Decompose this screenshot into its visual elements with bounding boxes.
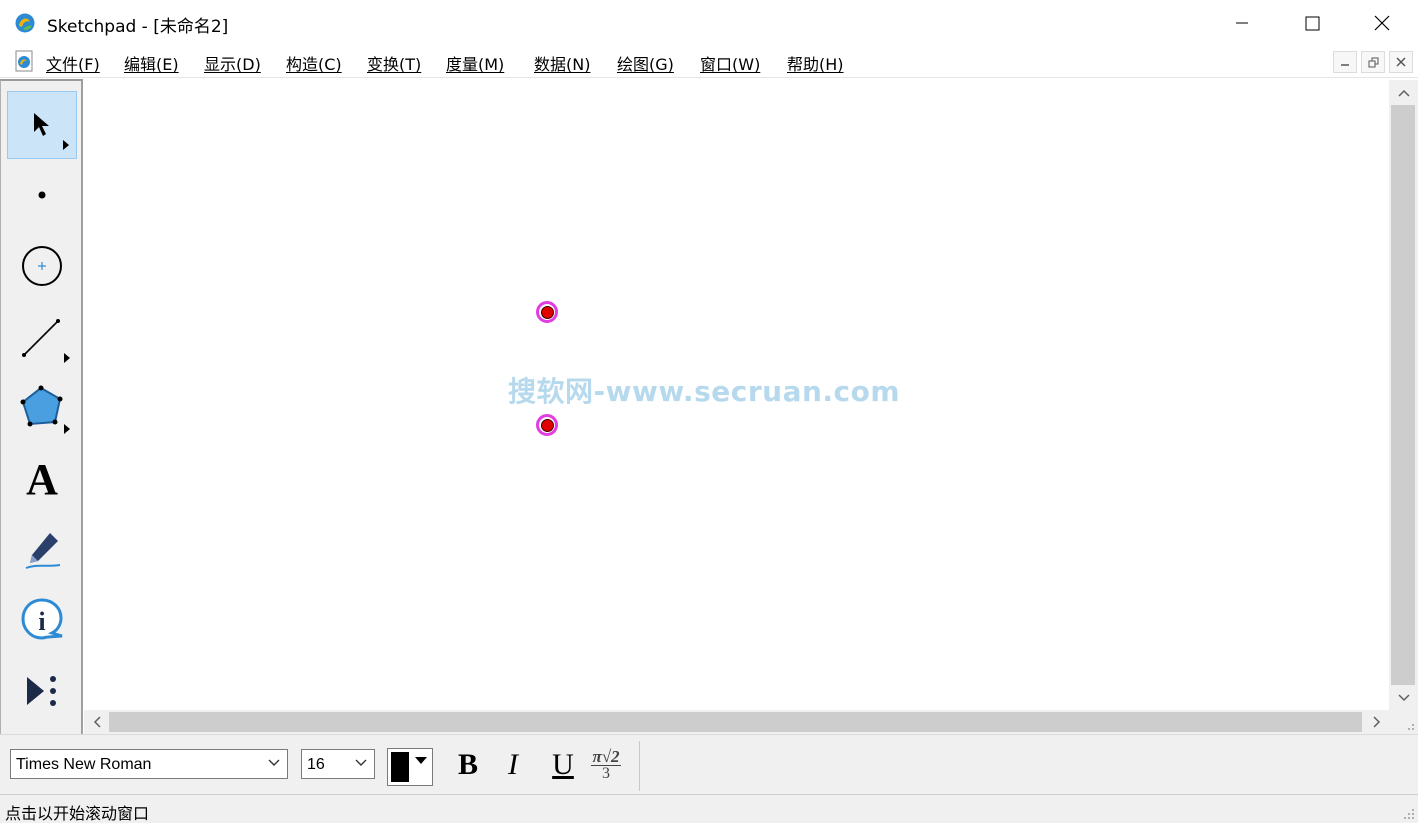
- status-text: 点击以开始滚动窗口: [5, 804, 150, 823]
- font-family-value: Times New Roman: [16, 756, 152, 773]
- math-format-bottom: 3: [602, 765, 610, 782]
- dropdown-triangle-icon: [415, 757, 427, 764]
- toolbox: A i: [0, 79, 83, 734]
- vertical-scrollbar[interactable]: [1389, 80, 1418, 710]
- scrollbar-corner: [1389, 710, 1418, 734]
- watermark-text: 搜软网-www.secruan.com: [508, 375, 901, 408]
- menu-display[interactable]: 显示(D): [204, 51, 261, 75]
- chevron-right-icon: [1372, 716, 1380, 728]
- maximize-icon: [1305, 16, 1319, 30]
- document-close-button[interactable]: [1389, 51, 1413, 73]
- font-size-value: 16: [307, 756, 325, 773]
- compass-tool[interactable]: [7, 232, 77, 300]
- chevron-left-icon: [93, 716, 101, 728]
- chevron-down-icon: [355, 759, 367, 766]
- menu-file[interactable]: 文件(F): [46, 51, 100, 75]
- polygon-tool[interactable]: [7, 374, 77, 442]
- minimize-icon: [1341, 64, 1349, 66]
- geometry-point-b[interactable]: [536, 414, 558, 436]
- tool-options-arrow-icon: [63, 140, 69, 150]
- math-format-top: π√2: [591, 747, 621, 766]
- line-segment-icon: [22, 319, 60, 357]
- arrow-tool[interactable]: [7, 91, 77, 159]
- minimize-icon: [1236, 22, 1248, 24]
- menu-help[interactable]: 帮助(H): [787, 51, 844, 75]
- text-format-bar: Times New Roman 16 B I U π√2 3: [0, 734, 1418, 794]
- svg-text:i: i: [38, 607, 45, 636]
- status-bar: 点击以开始滚动窗口: [0, 794, 1418, 823]
- close-icon: [1374, 15, 1390, 31]
- menu-graph[interactable]: 绘图(G): [617, 51, 674, 75]
- point-icon: [38, 191, 46, 199]
- tool-options-arrow-icon: [64, 424, 70, 434]
- font-family-select[interactable]: Times New Roman: [10, 749, 288, 779]
- menu-bar: 文件(F) 编辑(E) 显示(D) 构造(C) 变换(T) 度量(M) 数据(N…: [0, 46, 1418, 78]
- pen-icon: [25, 533, 61, 569]
- horizontal-scrollbar[interactable]: [84, 710, 1389, 734]
- resize-grip-icon: [1408, 724, 1414, 730]
- window-close-button[interactable]: [1347, 0, 1417, 46]
- scroll-left-button[interactable]: [84, 710, 109, 734]
- title-bar: Sketchpad - [未命名2]: [0, 0, 1418, 46]
- resize-grip-icon[interactable]: [1403, 808, 1415, 820]
- menu-transform[interactable]: 变换(T): [367, 51, 421, 75]
- sketchpad-app-icon[interactable]: [14, 12, 36, 34]
- geometry-point-a[interactable]: [536, 301, 558, 323]
- straightedge-tool[interactable]: [7, 303, 77, 371]
- window-title: Sketchpad - [未命名2]: [47, 17, 229, 37]
- information-tool[interactable]: i: [7, 586, 77, 654]
- toolbar-separator: [639, 741, 640, 791]
- custom-tools-icon: [27, 676, 56, 706]
- marker-tool[interactable]: [7, 515, 77, 583]
- menu-window[interactable]: 窗口(W): [700, 51, 760, 75]
- math-format-button[interactable]: π√2 3: [586, 747, 626, 783]
- tool-options-arrow-icon: [64, 353, 70, 363]
- pointer-arrow-icon: [34, 113, 49, 136]
- document-minimize-button[interactable]: [1333, 51, 1357, 73]
- scroll-down-button[interactable]: [1389, 685, 1418, 710]
- text-color-button[interactable]: [387, 748, 433, 786]
- chevron-up-icon: [1397, 89, 1410, 97]
- underline-button[interactable]: U: [545, 747, 581, 783]
- menu-construct[interactable]: 构造(C): [286, 51, 342, 75]
- font-size-select[interactable]: 16: [301, 749, 375, 779]
- menu-edit[interactable]: 编辑(E): [124, 51, 179, 75]
- restore-icon: [1368, 57, 1378, 67]
- scroll-up-button[interactable]: [1389, 80, 1418, 105]
- text-a-icon: A: [26, 454, 58, 504]
- window-minimize-button[interactable]: [1207, 0, 1277, 46]
- horizontal-scroll-thumb[interactable]: [109, 712, 1362, 732]
- window-maximize-button[interactable]: [1277, 0, 1347, 46]
- custom-tool[interactable]: [7, 657, 77, 725]
- chevron-down-icon: [268, 759, 280, 766]
- menu-measure[interactable]: 度量(M): [446, 51, 504, 75]
- text-tool[interactable]: A: [7, 445, 77, 513]
- italic-button[interactable]: I: [495, 747, 531, 783]
- menu-data[interactable]: 数据(N): [534, 51, 590, 75]
- document-icon[interactable]: [13, 50, 35, 72]
- circle-icon: [22, 246, 62, 286]
- info-icon: i: [21, 598, 63, 640]
- bold-button[interactable]: B: [450, 747, 486, 783]
- close-icon: [1396, 57, 1406, 67]
- point-tool[interactable]: [7, 161, 77, 229]
- color-swatch: [391, 752, 409, 782]
- scroll-right-button[interactable]: [1364, 710, 1389, 734]
- document-restore-button[interactable]: [1361, 51, 1385, 73]
- pentagon-icon: [20, 385, 63, 427]
- chevron-down-icon: [1397, 693, 1410, 701]
- vertical-scroll-thumb[interactable]: [1391, 105, 1415, 685]
